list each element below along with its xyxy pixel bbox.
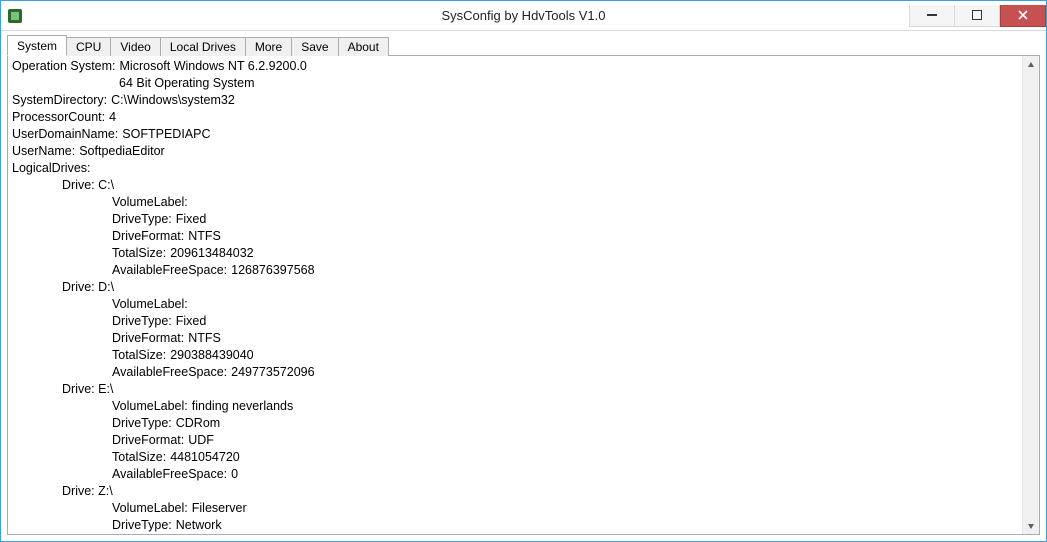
drive-header: Drive: C:\ [62,177,114,194]
info-line: DriveFormat:NTFS [12,228,1018,245]
os-bits: 64 Bit Operating System [119,76,254,90]
tab-panel: Operation System:Microsoft Windows NT 6.… [7,55,1040,535]
info-line: DriveFormat:NTFS [12,330,1018,347]
app-window: SysConfig by HdvTools V1.0 SystemCPUVide… [0,0,1047,542]
drivetype-label: DriveType: [112,313,172,330]
info-line: DriveType:Fixed [12,313,1018,330]
os-value: Microsoft Windows NT 6.2.9200.0 [120,58,307,75]
scroll-down-button[interactable] [1023,517,1039,534]
info-line: DriveType:CDRom [12,415,1018,432]
info-line: Drive: C:\ [12,177,1018,194]
freespace-value: 0 [231,466,238,483]
window-buttons [910,5,1046,27]
client-area: SystemCPUVideoLocal DrivesMoreSaveAbout … [1,31,1046,541]
freespace-label: AvailableFreeSpace: [112,262,227,279]
drive-header: Drive: Z:\ [62,483,113,500]
totalsize-value: 4481054720 [170,449,240,466]
freespace-value: 126876397568 [231,262,314,279]
scroll-track[interactable] [1023,73,1039,517]
info-line: TotalSize:209613484032 [12,245,1018,262]
volumelabel-label: VolumeLabel: [112,296,188,313]
info-line: UserDomainName:SOFTPEDIAPC [12,126,1018,143]
username-label: UserName: [12,143,75,160]
driveformat-value: NTFS [188,228,221,245]
totalsize-label: TotalSize: [112,449,166,466]
tab-cpu[interactable]: CPU [66,37,111,56]
freespace-label: AvailableFreeSpace: [112,364,227,381]
info-line: VolumeLabel: [12,296,1018,313]
tab-more[interactable]: More [245,37,292,56]
volumelabel-label: VolumeLabel: [112,398,188,415]
driveformat-label: DriveFormat: [112,432,184,449]
info-line: LogicalDrives: [12,160,1018,177]
window-title: SysConfig by HdvTools V1.0 [1,8,1046,23]
info-line: VolumeLabel:finding neverlands [12,398,1018,415]
totalsize-value: 209613484032 [170,245,253,262]
info-line: AvailableFreeSpace:126876397568 [12,262,1018,279]
system-info-text: Operation System:Microsoft Windows NT 6.… [8,56,1022,534]
driveformat-label: DriveFormat: [112,228,184,245]
drivetype-value: CDRom [176,415,220,432]
drive-header: Drive: D:\ [62,279,114,296]
volumelabel-label: VolumeLabel: [112,500,188,517]
driveformat-value: UDF [188,432,214,449]
info-line: DriveType:Network [12,517,1018,534]
info-line: DriveFormat:UDF [12,432,1018,449]
vertical-scrollbar[interactable] [1022,56,1039,534]
app-icon [7,8,23,24]
title-bar[interactable]: SysConfig by HdvTools V1.0 [1,1,1046,31]
info-line: Drive: Z:\ [12,483,1018,500]
volumelabel-value: Fileserver [192,500,247,517]
driveformat-value: NTFS [188,330,221,347]
proccount-label: ProcessorCount: [12,109,105,126]
volumelabel-label: VolumeLabel: [112,194,188,211]
userdomain-value: SOFTPEDIAPC [122,126,210,143]
minimize-button[interactable] [909,5,955,27]
scroll-up-button[interactable] [1023,56,1039,73]
info-line: TotalSize:290388439040 [12,347,1018,364]
info-line: DriveType:Fixed [12,211,1018,228]
drivetype-label: DriveType: [112,415,172,432]
tab-local-drives[interactable]: Local Drives [160,37,246,56]
info-line: ProcessorCount:4 [12,109,1018,126]
info-line: Drive: D:\ [12,279,1018,296]
os-label: Operation System: [12,58,116,75]
close-button[interactable] [1000,5,1046,27]
tab-system[interactable]: System [7,35,67,56]
info-line: SystemDirectory:C:\Windows\system32 [12,92,1018,109]
info-line: VolumeLabel: [12,194,1018,211]
tab-strip: SystemCPUVideoLocal DrivesMoreSaveAbout [7,33,1040,55]
volumelabel-value: finding neverlands [192,398,293,415]
tab-video[interactable]: Video [110,37,160,56]
username-value: SoftpediaEditor [79,143,164,160]
info-line: UserName:SoftpediaEditor [12,143,1018,160]
drivetype-value: Fixed [176,211,207,228]
freespace-value: 249773572096 [231,364,314,381]
info-line: AvailableFreeSpace:0 [12,466,1018,483]
freespace-label: AvailableFreeSpace: [112,466,227,483]
drivetype-value: Fixed [176,313,207,330]
info-line: VolumeLabel:Fileserver [12,500,1018,517]
logicaldrives-label: LogicalDrives: [12,160,91,177]
info-line: TotalSize:4481054720 [12,449,1018,466]
drivetype-label: DriveType: [112,211,172,228]
maximize-button[interactable] [954,5,1000,27]
info-line: AvailableFreeSpace:249773572096 [12,364,1018,381]
tab-about[interactable]: About [338,37,389,56]
sysdir-value: C:\Windows\system32 [111,92,235,109]
drive-header: Drive: E:\ [62,381,113,398]
info-line: Drive: E:\ [12,381,1018,398]
totalsize-label: TotalSize: [112,245,166,262]
os-bits-line: 64 Bit Operating System [12,75,1018,92]
driveformat-label: DriveFormat: [112,330,184,347]
userdomain-label: UserDomainName: [12,126,118,143]
info-line: Operation System:Microsoft Windows NT 6.… [12,58,1018,75]
totalsize-label: TotalSize: [112,347,166,364]
proccount-value: 4 [109,109,116,126]
tab-save[interactable]: Save [291,37,338,56]
sysdir-label: SystemDirectory: [12,92,107,109]
totalsize-value: 290388439040 [170,347,253,364]
drivetype-label: DriveType: [112,517,172,534]
drivetype-value: Network [176,517,222,534]
